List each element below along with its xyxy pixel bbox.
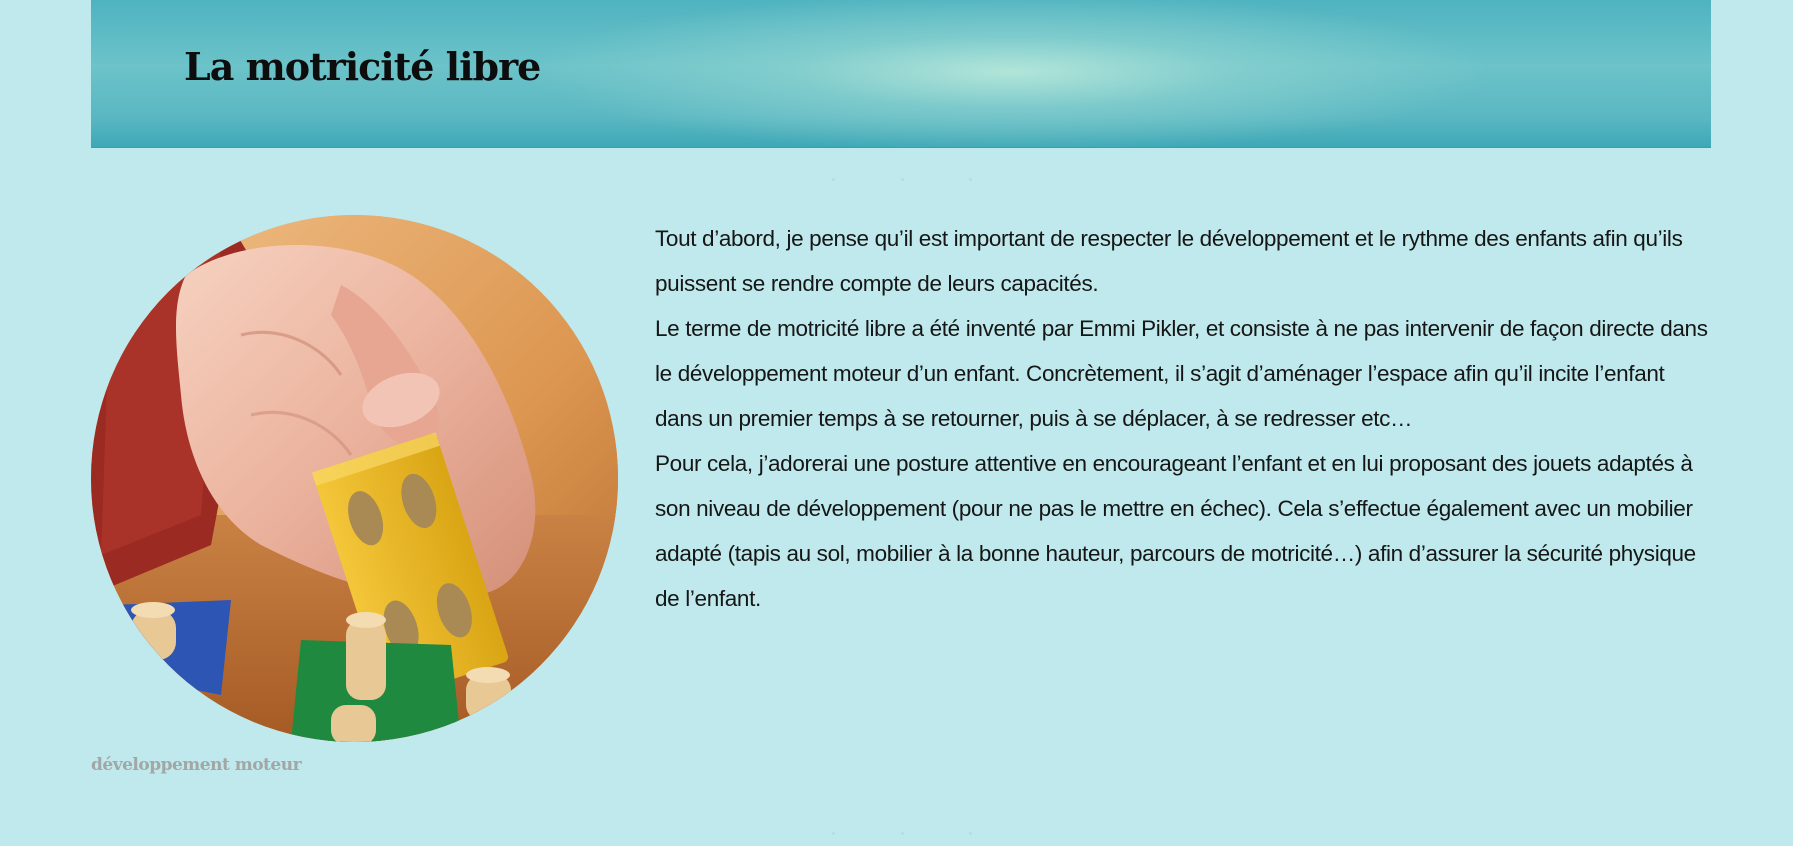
page-title: La motricité libre bbox=[184, 44, 541, 89]
divider-dot bbox=[832, 832, 835, 835]
decorative-divider-top bbox=[832, 178, 972, 182]
page-banner: La motricité libre bbox=[91, 0, 1711, 148]
divider-dot bbox=[900, 832, 904, 835]
image-caption: développement moteur bbox=[91, 755, 302, 775]
paragraph-definition: Le terme de motricité libre a été invent… bbox=[655, 316, 1708, 431]
decorative-divider-bottom bbox=[832, 832, 972, 836]
photo-illustration bbox=[91, 215, 618, 742]
hand-with-block-photo bbox=[91, 215, 618, 742]
paragraph-practice: Pour cela, j’adorerai une posture attent… bbox=[655, 451, 1696, 611]
divider-dot bbox=[969, 178, 972, 181]
divider-dot bbox=[969, 832, 972, 835]
paragraph-intro: Tout d’abord, je pense qu’il est importa… bbox=[655, 226, 1683, 296]
divider-dot bbox=[900, 178, 904, 181]
article-body: Tout d’abord, je pense qu’il est importa… bbox=[655, 216, 1710, 621]
divider-dot bbox=[832, 178, 835, 181]
